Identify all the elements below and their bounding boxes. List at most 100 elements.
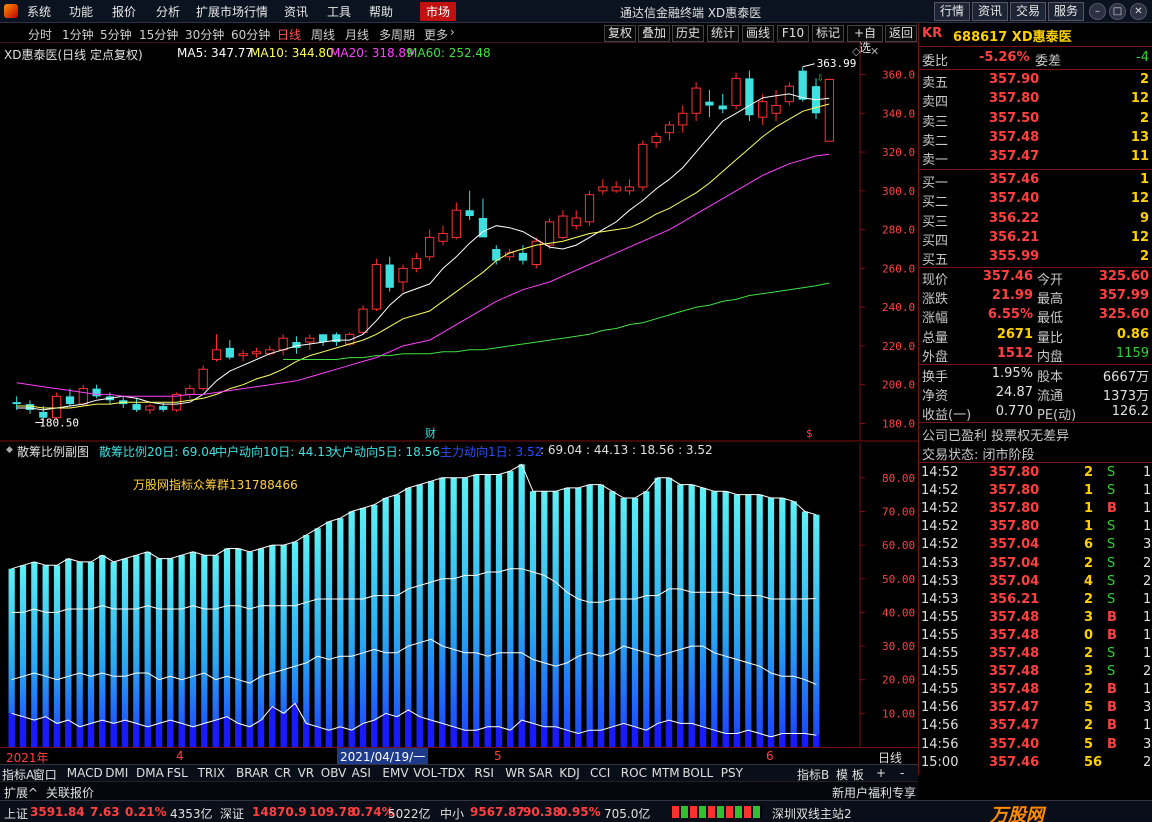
menu-function[interactable]: 功能 bbox=[69, 3, 93, 20]
indicator-tab[interactable]: WR bbox=[505, 766, 525, 780]
indicator-right-tab[interactable]: + bbox=[876, 766, 886, 780]
ask-row[interactable]: 卖四 357.80 12 bbox=[919, 90, 1152, 110]
indicator-tab[interactable]: FSL bbox=[167, 766, 188, 780]
indicator-tab[interactable]: SAR bbox=[528, 766, 552, 780]
indicator-tab[interactable]: CR bbox=[274, 766, 291, 780]
indicator-tab[interactable]: BRAR bbox=[236, 766, 269, 780]
indicator-tab[interactable]: TRIX bbox=[198, 766, 225, 780]
tab-more[interactable]: 更多 bbox=[424, 26, 448, 43]
menu-info[interactable]: 资讯 bbox=[284, 3, 308, 20]
tab-1min[interactable]: 1分钟 bbox=[62, 26, 94, 43]
ask-row[interactable]: 卖五 357.90 2 bbox=[919, 71, 1152, 91]
tab-multi-period[interactable]: 多周期 bbox=[379, 26, 415, 43]
more-chevron-icon[interactable]: › bbox=[450, 25, 455, 39]
indicator-tab[interactable]: ROC bbox=[621, 766, 647, 780]
ask-row[interactable]: 卖一 357.47 11 bbox=[919, 148, 1152, 168]
indicator-settings-icon[interactable]: ◆ bbox=[6, 445, 13, 455]
tick-row[interactable]: 14:55 357.48 3 S 2 bbox=[919, 663, 1152, 682]
indicator-tab[interactable]: RSI bbox=[474, 766, 494, 780]
minimize-icon[interactable]: – bbox=[1089, 3, 1106, 20]
indicator-tab[interactable]: OBV bbox=[321, 766, 347, 780]
indicator-tab[interactable]: DMA bbox=[136, 766, 164, 780]
tab-new-user[interactable]: 新用户福利专享 bbox=[832, 784, 916, 801]
tab-60min[interactable]: 60分钟 bbox=[231, 26, 270, 43]
chart-settings-icon[interactable]: ◇ bbox=[852, 45, 860, 58]
subtab-expand[interactable]: 扩展^ bbox=[4, 784, 38, 801]
indicator-tab[interactable]: ASI bbox=[352, 766, 371, 780]
tab-daily[interactable]: 日线 bbox=[277, 26, 301, 43]
button-history[interactable]: 历史 bbox=[672, 25, 704, 42]
chart-close-icon[interactable]: ✕ bbox=[870, 45, 879, 58]
menu-tools[interactable]: 工具 bbox=[327, 3, 351, 20]
tick-row[interactable]: 14:55 357.48 3 B 1 bbox=[919, 609, 1152, 628]
tab-15min[interactable]: 15分钟 bbox=[139, 26, 178, 43]
menu-quote[interactable]: 报价 bbox=[112, 3, 136, 20]
sh-index-label[interactable]: 上证 bbox=[4, 805, 28, 822]
bid-row[interactable]: 买五 355.99 2 bbox=[919, 248, 1152, 268]
indicator-tab[interactable]: CCI bbox=[590, 766, 610, 780]
indicator-tab[interactable]: VR bbox=[298, 766, 315, 780]
tick-row[interactable]: 15:00 357.46 56 2 bbox=[919, 754, 1152, 773]
button-back[interactable]: 返回 bbox=[885, 25, 917, 42]
tab-5min[interactable]: 5分钟 bbox=[100, 26, 132, 43]
tick-row[interactable]: 14:53 357.04 2 S 2 bbox=[919, 555, 1152, 574]
bid-row[interactable]: 买一 357.46 1 bbox=[919, 171, 1152, 191]
indicator-tab[interactable]: VOL-TDX bbox=[413, 766, 465, 780]
button-f10[interactable]: F10 bbox=[777, 25, 809, 42]
tab-weekly[interactable]: 周线 bbox=[311, 26, 335, 43]
tick-row[interactable]: 14:52 357.80 1 S 1 bbox=[919, 518, 1152, 537]
indicator-tab[interactable]: KDJ bbox=[559, 766, 580, 780]
tick-row[interactable]: 14:52 357.80 1 S 1 bbox=[919, 482, 1152, 501]
close-icon[interactable]: ✕ bbox=[1130, 3, 1147, 20]
indicator-tab[interactable]: MTM bbox=[652, 766, 680, 780]
tick-row[interactable]: 14:56 357.40 5 B 3 bbox=[919, 736, 1152, 755]
menu-analysis[interactable]: 分析 bbox=[156, 3, 180, 20]
top-button-service[interactable]: 服务 bbox=[1048, 2, 1084, 21]
top-button-quote[interactable]: 行情 bbox=[934, 2, 970, 21]
top-button-info[interactable]: 资讯 bbox=[972, 2, 1008, 21]
indicator-tab[interactable]: PSY bbox=[721, 766, 743, 780]
button-add-watchlist[interactable]: +自选 bbox=[847, 25, 883, 55]
button-statistics[interactable]: 统计 bbox=[707, 25, 739, 42]
indicator-tab[interactable]: MACD bbox=[67, 766, 103, 780]
indicator-tab[interactable]: BOLL bbox=[682, 766, 713, 780]
tick-row[interactable]: 14:53 357.04 4 S 2 bbox=[919, 573, 1152, 592]
tab-30min[interactable]: 30分钟 bbox=[185, 26, 224, 43]
tick-row[interactable]: 14:55 357.48 2 B 1 bbox=[919, 681, 1152, 700]
tick-row[interactable]: 14:52 357.80 1 B 1 bbox=[919, 500, 1152, 519]
tick-row[interactable]: 14:56 357.47 5 B 3 bbox=[919, 699, 1152, 718]
tick-row[interactable]: 14:52 357.04 6 S 3 bbox=[919, 536, 1152, 555]
tick-row[interactable]: 14:56 357.47 2 B 1 bbox=[919, 717, 1152, 736]
subtab-related-quote[interactable]: 关联报价 bbox=[46, 784, 94, 801]
ask-row[interactable]: 卖三 357.50 2 bbox=[919, 110, 1152, 130]
tab-monthly[interactable]: 月线 bbox=[345, 26, 369, 43]
zx-index-label[interactable]: 中小 bbox=[440, 805, 464, 822]
kline-chart[interactable]: 180.0 200.0 220.0 240.0 260.0 280.0 300.0 320.0… bbox=[0, 43, 918, 747]
bid-row[interactable]: 买二 357.40 12 bbox=[919, 190, 1152, 210]
bid-row[interactable]: 买三 356.22 9 bbox=[919, 210, 1152, 230]
indicator-tab[interactable]: DMI bbox=[105, 766, 128, 780]
indicator-tab[interactable]: EMV bbox=[382, 766, 408, 780]
tick-row[interactable]: 14:52 357.80 2 S 1 bbox=[919, 464, 1152, 483]
bid-row[interactable]: 买四 356.21 12 bbox=[919, 229, 1152, 249]
stock-header[interactable]: KR 688617 XD惠泰医 bbox=[919, 25, 1152, 45]
maximize-icon[interactable]: □ bbox=[1109, 3, 1126, 20]
menu-help[interactable]: 帮助 bbox=[369, 3, 393, 20]
tick-row[interactable]: 14:55 357.48 2 S 1 bbox=[919, 645, 1152, 664]
sz-index-label[interactable]: 深证 bbox=[220, 805, 244, 822]
server-name[interactable]: 深圳双线主站2 bbox=[772, 805, 852, 822]
tab-intraday[interactable]: 分时 bbox=[28, 26, 52, 43]
ask-row[interactable]: 卖二 357.48 13 bbox=[919, 129, 1152, 149]
menu-ext-market[interactable]: 扩展市场行情 bbox=[196, 3, 268, 20]
tick-row[interactable]: 14:53 356.21 2 S 1 bbox=[919, 591, 1152, 610]
button-restore-rights[interactable]: 复权 bbox=[604, 25, 636, 42]
tick-row[interactable]: 14:55 357.48 0 B 1 bbox=[919, 627, 1152, 646]
menu-system[interactable]: 系统 bbox=[27, 3, 51, 20]
menu-market[interactable]: 市场 bbox=[420, 2, 457, 21]
top-button-trade[interactable]: 交易 bbox=[1010, 2, 1046, 21]
indicator-right-tab[interactable]: - bbox=[900, 766, 904, 780]
chart-area[interactable]: 180.0 200.0 220.0 240.0 260.0 280.0 300.0 320.0… bbox=[0, 43, 918, 747]
button-mark[interactable]: 标记 bbox=[812, 25, 844, 42]
button-overlay[interactable]: 叠加 bbox=[638, 25, 670, 42]
button-draw[interactable]: 画线 bbox=[742, 25, 774, 42]
